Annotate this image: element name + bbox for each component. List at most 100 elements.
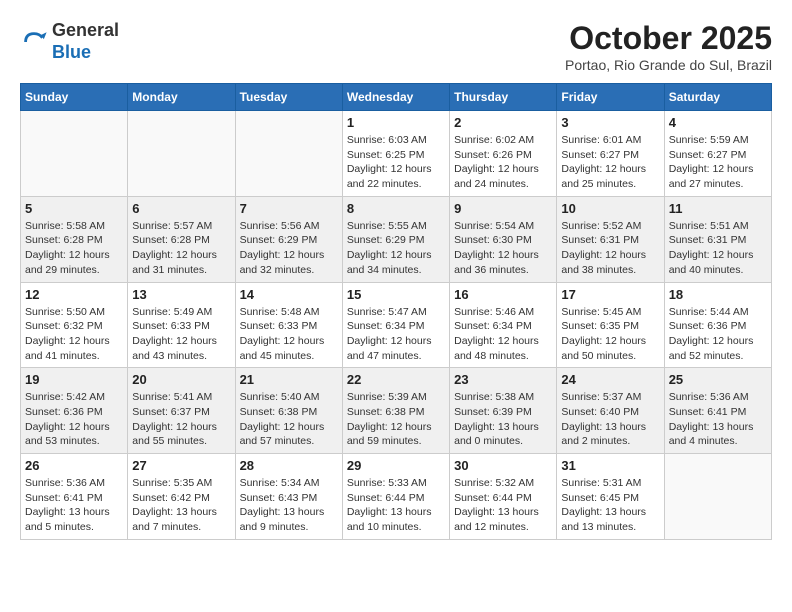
day-info: Sunrise: 5:40 AM Sunset: 6:38 PM Dayligh…	[240, 390, 338, 449]
day-number: 25	[669, 372, 767, 387]
logo-line2: Blue	[52, 42, 119, 64]
calendar-cell: 11Sunrise: 5:51 AM Sunset: 6:31 PM Dayli…	[664, 196, 771, 282]
calendar-cell: 2 Sunrise: 6:02 AM Sunset: 6:26 PM Daylig…	[450, 111, 557, 197]
location: Portao, Rio Grande do Sul, Brazil	[565, 57, 772, 73]
day-number: 17	[561, 287, 659, 302]
day-number: 24	[561, 372, 659, 387]
calendar-cell: 31 Sunrise: 5:31 AM Sunset: 6:45 PM Dayli…	[557, 454, 664, 540]
calendar-cell: 29 Sunrise: 5:33 AM Sunset: 6:44 PM Dayli…	[342, 454, 449, 540]
day-number: 31	[561, 458, 659, 473]
day-info: Sunrise: 5:36 AM Sunset: 6:41 PM Dayligh…	[669, 390, 767, 449]
day-number: 7	[240, 201, 338, 216]
logo: General Blue	[20, 20, 119, 63]
day-info: Sunrise: 5:39 AM Sunset: 6:38 PM Dayligh…	[347, 390, 445, 449]
day-info: Sunrise: 5:58 AM Sunset: 6:28 PM Dayligh…	[25, 219, 123, 278]
day-number: 26	[25, 458, 123, 473]
day-number: 10	[561, 201, 659, 216]
calendar-cell: 7 Sunrise: 5:56 AM Sunset: 6:29 PM Daylig…	[235, 196, 342, 282]
day-info: Sunrise: 5:42 AM Sunset: 6:36 PM Dayligh…	[25, 390, 123, 449]
day-info: Sunrise: 5:33 AM Sunset: 6:44 PM Dayligh…	[347, 476, 445, 535]
day-info: Sunrise: 5:44 AM Sunset: 6:36 PM Dayligh…	[669, 305, 767, 364]
day-number: 11	[669, 201, 767, 216]
calendar-cell: 3 Sunrise: 6:01 AM Sunset: 6:27 PM Daylig…	[557, 111, 664, 197]
calendar-cell: 16Sunrise: 5:46 AM Sunset: 6:34 PM Dayli…	[450, 282, 557, 368]
day-info: Sunrise: 5:45 AM Sunset: 6:35 PM Dayligh…	[561, 305, 659, 364]
day-number: 2	[454, 115, 552, 130]
day-info: Sunrise: 5:34 AM Sunset: 6:43 PM Dayligh…	[240, 476, 338, 535]
calendar-cell	[21, 111, 128, 197]
calendar-cell: 22 Sunrise: 5:39 AM Sunset: 6:38 PM Dayli…	[342, 368, 449, 454]
day-info: Sunrise: 5:57 AM Sunset: 6:28 PM Dayligh…	[132, 219, 230, 278]
day-number: 22	[347, 372, 445, 387]
calendar-table: SundayMondayTuesdayWednesdayThursdayFrid…	[20, 83, 772, 540]
column-header-sunday: Sunday	[21, 84, 128, 111]
calendar-cell: 25 Sunrise: 5:36 AM Sunset: 6:41 PM Dayli…	[664, 368, 771, 454]
day-number: 27	[132, 458, 230, 473]
day-info: Sunrise: 5:48 AM Sunset: 6:33 PM Dayligh…	[240, 305, 338, 364]
calendar-cell: 28 Sunrise: 5:34 AM Sunset: 6:43 PM Dayli…	[235, 454, 342, 540]
calendar-cell: 18 Sunrise: 5:44 AM Sunset: 6:36 PM Dayli…	[664, 282, 771, 368]
day-info: Sunrise: 6:03 AM Sunset: 6:25 PM Dayligh…	[347, 133, 445, 192]
day-number: 3	[561, 115, 659, 130]
logo-line1: General	[52, 20, 119, 42]
day-info: Sunrise: 6:02 AM Sunset: 6:26 PM Dayligh…	[454, 133, 552, 192]
day-info: Sunrise: 5:31 AM Sunset: 6:45 PM Dayligh…	[561, 476, 659, 535]
column-header-saturday: Saturday	[664, 84, 771, 111]
calendar-week-row: 12Sunrise: 5:50 AM Sunset: 6:32 PM Dayli…	[21, 282, 772, 368]
calendar-cell: 10 Sunrise: 5:52 AM Sunset: 6:31 PM Dayli…	[557, 196, 664, 282]
calendar-cell: 6 Sunrise: 5:57 AM Sunset: 6:28 PM Daylig…	[128, 196, 235, 282]
calendar-cell	[128, 111, 235, 197]
calendar-cell	[235, 111, 342, 197]
calendar-cell: 24Sunrise: 5:37 AM Sunset: 6:40 PM Dayli…	[557, 368, 664, 454]
calendar-cell: 21 Sunrise: 5:40 AM Sunset: 6:38 PM Dayli…	[235, 368, 342, 454]
day-info: Sunrise: 5:55 AM Sunset: 6:29 PM Dayligh…	[347, 219, 445, 278]
calendar-cell: 4 Sunrise: 5:59 AM Sunset: 6:27 PM Daylig…	[664, 111, 771, 197]
day-info: Sunrise: 5:35 AM Sunset: 6:42 PM Dayligh…	[132, 476, 230, 535]
day-info: Sunrise: 5:47 AM Sunset: 6:34 PM Dayligh…	[347, 305, 445, 364]
calendar-cell: 5 Sunrise: 5:58 AM Sunset: 6:28 PM Daylig…	[21, 196, 128, 282]
column-header-wednesday: Wednesday	[342, 84, 449, 111]
day-number: 4	[669, 115, 767, 130]
column-header-tuesday: Tuesday	[235, 84, 342, 111]
day-info: Sunrise: 5:38 AM Sunset: 6:39 PM Dayligh…	[454, 390, 552, 449]
day-number: 21	[240, 372, 338, 387]
day-info: Sunrise: 5:52 AM Sunset: 6:31 PM Dayligh…	[561, 219, 659, 278]
title-section: October 2025 Portao, Rio Grande do Sul, …	[565, 20, 772, 73]
logo-icon	[20, 28, 48, 56]
calendar-cell	[664, 454, 771, 540]
calendar-cell: 17 Sunrise: 5:45 AM Sunset: 6:35 PM Dayli…	[557, 282, 664, 368]
page-header: General Blue October 2025 Portao, Rio Gr…	[20, 20, 772, 73]
day-info: Sunrise: 5:50 AM Sunset: 6:32 PM Dayligh…	[25, 305, 123, 364]
calendar-cell: 23Sunrise: 5:38 AM Sunset: 6:39 PM Dayli…	[450, 368, 557, 454]
day-number: 5	[25, 201, 123, 216]
day-number: 13	[132, 287, 230, 302]
day-info: Sunrise: 5:41 AM Sunset: 6:37 PM Dayligh…	[132, 390, 230, 449]
day-number: 28	[240, 458, 338, 473]
day-number: 15	[347, 287, 445, 302]
day-number: 19	[25, 372, 123, 387]
calendar-cell: 8Sunrise: 5:55 AM Sunset: 6:29 PM Daylig…	[342, 196, 449, 282]
day-number: 29	[347, 458, 445, 473]
day-info: Sunrise: 5:32 AM Sunset: 6:44 PM Dayligh…	[454, 476, 552, 535]
day-info: Sunrise: 5:49 AM Sunset: 6:33 PM Dayligh…	[132, 305, 230, 364]
day-info: Sunrise: 6:01 AM Sunset: 6:27 PM Dayligh…	[561, 133, 659, 192]
calendar-cell: 30Sunrise: 5:32 AM Sunset: 6:44 PM Dayli…	[450, 454, 557, 540]
calendar-cell: 12Sunrise: 5:50 AM Sunset: 6:32 PM Dayli…	[21, 282, 128, 368]
day-number: 9	[454, 201, 552, 216]
calendar-week-row: 26Sunrise: 5:36 AM Sunset: 6:41 PM Dayli…	[21, 454, 772, 540]
month-title: October 2025	[565, 20, 772, 57]
calendar-cell: 13 Sunrise: 5:49 AM Sunset: 6:33 PM Dayli…	[128, 282, 235, 368]
column-header-monday: Monday	[128, 84, 235, 111]
calendar-week-row: 5 Sunrise: 5:58 AM Sunset: 6:28 PM Daylig…	[21, 196, 772, 282]
day-number: 16	[454, 287, 552, 302]
day-number: 20	[132, 372, 230, 387]
day-number: 18	[669, 287, 767, 302]
calendar-cell: 20 Sunrise: 5:41 AM Sunset: 6:37 PM Dayli…	[128, 368, 235, 454]
calendar-header-row: SundayMondayTuesdayWednesdayThursdayFrid…	[21, 84, 772, 111]
column-header-friday: Friday	[557, 84, 664, 111]
day-number: 6	[132, 201, 230, 216]
day-info: Sunrise: 5:59 AM Sunset: 6:27 PM Dayligh…	[669, 133, 767, 192]
day-info: Sunrise: 5:56 AM Sunset: 6:29 PM Dayligh…	[240, 219, 338, 278]
calendar-cell: 1Sunrise: 6:03 AM Sunset: 6:25 PM Daylig…	[342, 111, 449, 197]
calendar-cell: 15 Sunrise: 5:47 AM Sunset: 6:34 PM Dayli…	[342, 282, 449, 368]
